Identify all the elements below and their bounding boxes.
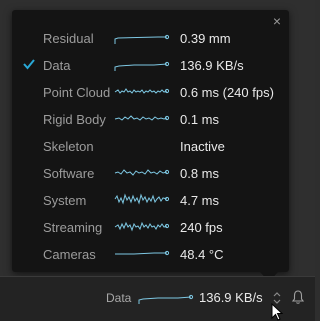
row-value: 136.9 KB/s bbox=[180, 58, 244, 73]
status-row-rigid-body[interactable]: Rigid Body 0.1 ms bbox=[12, 108, 289, 130]
status-bar-value[interactable]: 136.9 KB/s bbox=[199, 290, 263, 305]
status-row-software[interactable]: Software 0.8 ms bbox=[12, 162, 289, 184]
row-label: Point Cloud bbox=[43, 85, 111, 100]
row-label: System bbox=[43, 193, 87, 208]
row-value: 0.39 mm bbox=[180, 31, 231, 46]
checkmark-icon bbox=[23, 59, 35, 70]
row-value: 0.8 ms bbox=[180, 166, 220, 181]
residual-sparkline bbox=[114, 34, 170, 44]
status-row-system[interactable]: System 4.7 ms bbox=[12, 189, 289, 211]
status-bar-label[interactable]: Data bbox=[106, 291, 131, 305]
status-row-skeleton[interactable]: Skeleton Inactive bbox=[12, 135, 289, 157]
data-sparkline bbox=[114, 61, 170, 71]
row-value: Inactive bbox=[180, 139, 225, 154]
status-row-streaming[interactable]: Streaming 240 fps bbox=[12, 216, 289, 238]
rigid-body-sparkline bbox=[114, 115, 170, 121]
mouse-cursor-icon bbox=[271, 303, 284, 321]
row-value: 0.6 ms (240 fps) bbox=[180, 85, 274, 100]
row-label: Streaming bbox=[43, 220, 103, 235]
row-value: 48.4 °C bbox=[180, 247, 224, 262]
streaming-sparkline bbox=[114, 221, 170, 232]
row-label: Rigid Body bbox=[43, 112, 106, 127]
status-bar-sparkline[interactable] bbox=[138, 289, 194, 305]
status-popup: × Residual 0.39 mm Data 136.9 KB/s Point… bbox=[12, 10, 289, 272]
status-row-data[interactable]: Data 136.9 KB/s bbox=[12, 54, 289, 76]
cameras-sparkline bbox=[115, 250, 170, 256]
close-icon[interactable]: × bbox=[273, 14, 281, 28]
row-label: Software bbox=[43, 166, 95, 181]
row-value: 240 fps bbox=[180, 220, 223, 235]
row-value: 4.7 ms bbox=[180, 193, 220, 208]
row-label: Cameras bbox=[43, 247, 96, 262]
status-row-cameras[interactable]: Cameras 48.4 °C bbox=[12, 243, 289, 265]
status-row-point-cloud[interactable]: Point Cloud 0.6 ms (240 fps) bbox=[12, 81, 289, 103]
point-cloud-sparkline bbox=[114, 88, 170, 94]
row-label: Residual bbox=[43, 31, 94, 46]
row-label: Data bbox=[43, 58, 71, 73]
software-sparkline bbox=[114, 169, 170, 176]
system-sparkline bbox=[114, 193, 170, 205]
row-value: 0.1 ms bbox=[180, 112, 220, 127]
status-row-residual[interactable]: Residual 0.39 mm bbox=[12, 27, 289, 49]
bell-icon[interactable] bbox=[291, 289, 305, 305]
row-label: Skeleton bbox=[43, 139, 94, 154]
